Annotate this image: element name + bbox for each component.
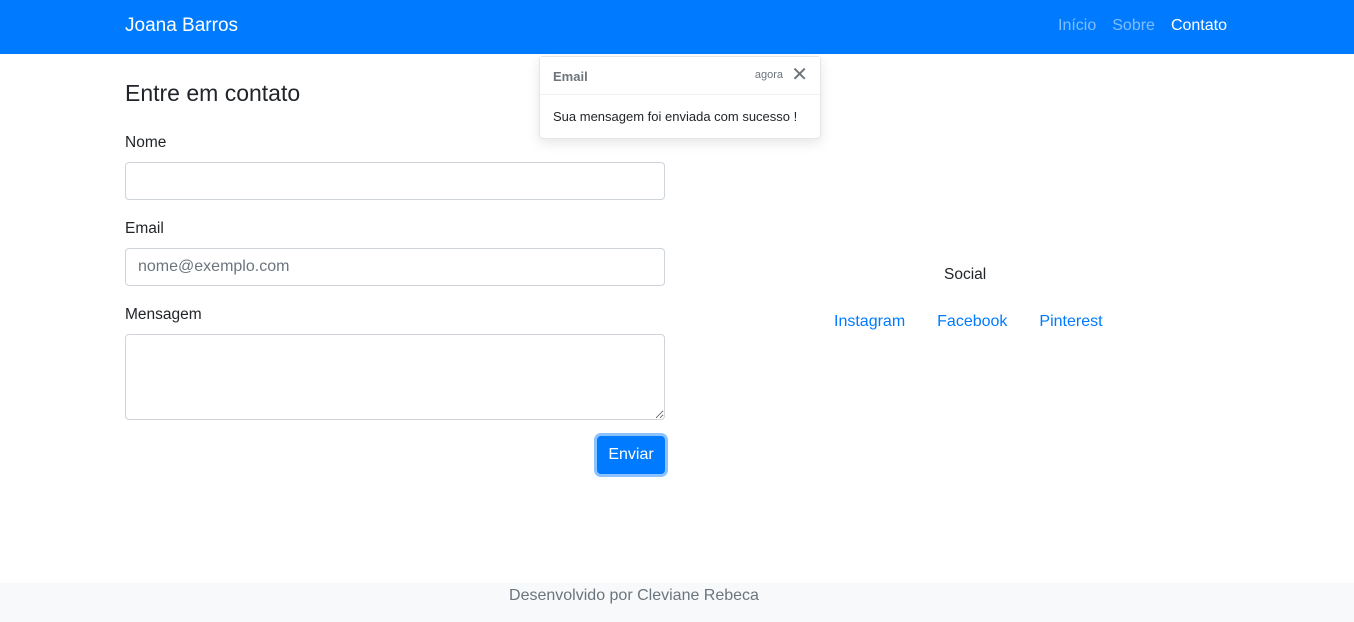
nav-link-inicio[interactable]: Início [1058,17,1096,35]
social-title: Social [944,266,987,283]
toast-body: Sua mensagem foi enviada com sucesso ! [553,109,798,124]
footer: Desenvolvido por Cleviane Rebeca [0,583,1354,622]
name-field[interactable] [125,162,665,200]
submit-button[interactable]: Enviar [597,436,665,474]
footer-text: Desenvolvido por Cleviane Rebeca [509,587,759,604]
nav-link-sobre[interactable]: Sobre [1112,17,1155,35]
page-title: Entre em contato [125,80,301,106]
social-links: Instagram Facebook Pinterest [834,313,1135,331]
toast-title: Email [553,69,588,84]
message-label: Mensagem [125,306,202,323]
name-label: Nome [125,134,167,151]
toast-header: Email agora ✕ [540,57,820,95]
nav-link-contato[interactable]: Contato [1171,17,1227,35]
close-icon[interactable]: ✕ [791,65,808,85]
navbar: Joana Barros Início Sobre Contato [0,0,1354,54]
email-field[interactable] [125,248,665,286]
email-label: Email [125,220,164,237]
pinterest-link[interactable]: Pinterest [1039,313,1102,331]
instagram-link[interactable]: Instagram [834,313,905,331]
facebook-link[interactable]: Facebook [937,313,1007,331]
brand-link[interactable]: Joana Barros [125,15,238,37]
toast-time: agora [754,69,783,81]
message-field[interactable] [125,334,665,420]
nav-links: Início Sobre Contato [1042,17,1227,35]
toast-notification: Email agora ✕ Sua mensagem foi enviada c… [539,56,821,139]
